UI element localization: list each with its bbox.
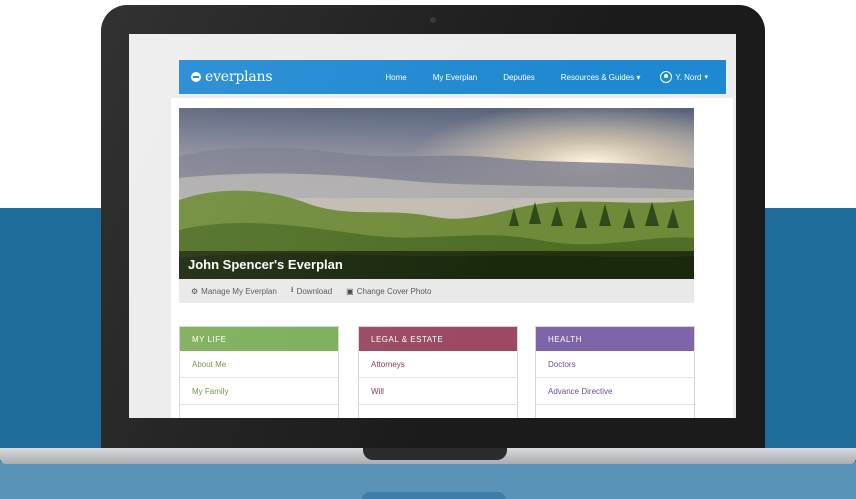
card-legal-estate-header[interactable]: LEGAL & ESTATE (359, 327, 517, 351)
manage-everplan-button[interactable]: ⚙ Manage My Everplan (191, 287, 277, 296)
download-label: Download (296, 286, 333, 296)
card-link-will[interactable]: Will (359, 378, 517, 405)
nav-deputies[interactable]: Deputies (503, 73, 535, 82)
everplan-title: John Spencer's Everplan (188, 257, 343, 272)
card-link-attorneys[interactable]: Attorneys (359, 351, 517, 378)
camera-icon (430, 17, 436, 23)
user-menu[interactable]: Y. Nord ▾ (660, 71, 708, 83)
marketing-scene: everplans Home My Everplan Deputies Reso… (0, 0, 856, 499)
cover-action-bar: ⚙ Manage My Everplan ⭳ Download ▣ Change… (179, 279, 694, 303)
user-name: Y. Nord (675, 72, 702, 82)
change-cover-photo-label: Change Cover Photo (356, 286, 432, 296)
nav-resources-guides[interactable]: Resources & Guides ▾ (561, 73, 641, 82)
nav-my-everplan[interactable]: My Everplan (433, 73, 477, 82)
nav-menu: Home My Everplan Deputies Resources & Gu… (359, 71, 708, 83)
laptop-base-notch (363, 448, 507, 460)
card-my-life-header[interactable]: MY LIFE (180, 327, 338, 351)
change-cover-photo-button[interactable]: ▣ Change Cover Photo (346, 287, 431, 296)
brand-name: everplans (205, 69, 273, 85)
card-link-doctors[interactable]: Doctors (536, 351, 694, 378)
download-button[interactable]: ⭳ Download (291, 284, 332, 298)
download-icon: ⭳ (290, 285, 294, 294)
card-link-advance-directive[interactable]: Advance Directive (536, 378, 694, 405)
gear-icon: ⚙ (191, 286, 199, 296)
card-my-life: MY LIFE About Me My Family (179, 326, 339, 418)
card-health: HEALTH Doctors Advance Directive (535, 326, 695, 418)
card-health-header[interactable]: HEALTH (536, 327, 694, 351)
everplans-logo-icon (191, 72, 201, 82)
cover-photo: John Spencer's Everplan (179, 108, 694, 279)
chevron-down-icon: ▾ (704, 74, 708, 81)
floor-notch (362, 492, 506, 499)
photo-icon: ▣ (346, 286, 354, 296)
top-navbar: everplans Home My Everplan Deputies Reso… (179, 60, 726, 94)
user-avatar-icon (660, 71, 673, 83)
manage-everplan-label: Manage My Everplan (201, 286, 277, 296)
card-legal-estate: LEGAL & ESTATE Attorneys Will (358, 326, 518, 418)
card-link-my-family[interactable]: My Family (180, 378, 338, 405)
nav-home[interactable]: Home (385, 73, 406, 82)
card-link-about-me[interactable]: About Me (180, 351, 338, 378)
brand-logo[interactable]: everplans (191, 69, 273, 85)
laptop-screen: everplans Home My Everplan Deputies Reso… (129, 34, 736, 418)
